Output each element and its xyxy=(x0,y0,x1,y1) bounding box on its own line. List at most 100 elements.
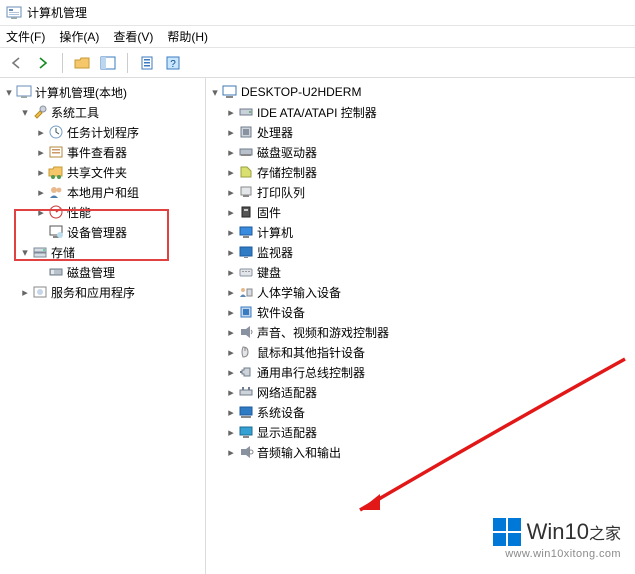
device-category[interactable]: ▸ 通用串行总线控制器 xyxy=(224,362,633,382)
chevron-right-icon[interactable]: ▸ xyxy=(224,446,238,459)
device-category[interactable]: ▸声音、视频和游戏控制器 xyxy=(224,322,633,342)
app-icon xyxy=(6,5,22,21)
menu-help[interactable]: 帮助(H) xyxy=(167,28,208,45)
chevron-right-icon[interactable]: ▸ xyxy=(224,266,238,279)
device-category-label: 音频输入和输出 xyxy=(257,444,341,461)
device-category-icon xyxy=(238,284,254,300)
chevron-right-icon[interactable]: ▸ xyxy=(224,346,238,359)
chevron-down-icon[interactable]: ▾ xyxy=(2,86,16,99)
event-icon xyxy=(48,144,64,160)
tree-task-scheduler[interactable]: ▸ 任务计划程序 xyxy=(34,122,203,142)
device-category[interactable]: ▸打印队列 xyxy=(224,182,633,202)
device-category[interactable]: ▸ 网络适配器 xyxy=(224,382,633,402)
chevron-right-icon[interactable]: ▸ xyxy=(224,386,238,399)
console-tree[interactable]: ▾ 计算机管理(本地) ▾ 系统工具 ▸ 任务计划程序 ▸ xyxy=(2,82,203,302)
device-category-label: 计算机 xyxy=(257,224,293,241)
chevron-right-icon[interactable]: ▸ xyxy=(224,406,238,419)
chevron-right-icon[interactable]: ▸ xyxy=(224,226,238,239)
device-category-icon xyxy=(238,124,254,140)
tree-system-tools[interactable]: ▾ 系统工具 xyxy=(18,102,203,122)
clock-icon xyxy=(48,124,64,140)
device-category[interactable]: ▸鼠标和其他指针设备 xyxy=(224,342,633,362)
chevron-right-icon[interactable]: ▸ xyxy=(34,206,48,219)
device-category[interactable]: ▸ 软件设备 xyxy=(224,302,633,322)
performance-icon xyxy=(48,204,64,220)
properties-button[interactable] xyxy=(136,52,158,74)
chevron-right-icon[interactable]: ▸ xyxy=(224,246,238,259)
chevron-down-icon[interactable]: ▾ xyxy=(18,106,32,119)
tree-label: 磁盘管理 xyxy=(67,264,115,281)
device-category-label: 网络适配器 xyxy=(257,384,317,401)
chevron-right-icon[interactable]: ▸ xyxy=(34,126,48,139)
menu-file[interactable]: 文件(F) xyxy=(6,28,45,45)
up-button[interactable] xyxy=(71,52,93,74)
device-category[interactable]: ▸监视器 xyxy=(224,242,633,262)
chevron-right-icon[interactable]: ▸ xyxy=(224,426,238,439)
device-category-label: 软件设备 xyxy=(257,304,305,321)
show-hide-tree-button[interactable] xyxy=(97,52,119,74)
tree-event-viewer[interactable]: ▸ 事件查看器 xyxy=(34,142,203,162)
menu-action[interactable]: 操作(A) xyxy=(59,28,99,45)
menu-view[interactable]: 查看(V) xyxy=(113,28,153,45)
tree-label: 事件查看器 xyxy=(67,144,127,161)
device-category[interactable]: ▸ 显示适配器 xyxy=(224,422,633,442)
tree-services-apps[interactable]: ▸ 服务和应用程序 xyxy=(18,282,203,302)
device-category[interactable]: ▸ 音频输入和输出 xyxy=(224,442,633,462)
forward-button[interactable] xyxy=(32,52,54,74)
chevron-right-icon[interactable]: ▸ xyxy=(224,106,238,119)
shared-folder-icon xyxy=(48,164,64,180)
device-category-label: 显示适配器 xyxy=(257,424,317,441)
chevron-right-icon[interactable]: ▸ xyxy=(224,206,238,219)
device-category[interactable]: ▸IDE ATA/ATAPI 控制器 xyxy=(224,102,633,122)
tools-icon xyxy=(32,104,48,120)
tree-label: 存储 xyxy=(51,244,75,261)
device-category-label: 通用串行总线控制器 xyxy=(257,364,365,381)
device-category[interactable]: ▸磁盘驱动器 xyxy=(224,142,633,162)
chevron-right-icon[interactable]: ▸ xyxy=(224,306,238,319)
chevron-right-icon[interactable]: ▸ xyxy=(224,166,238,179)
twisty-none xyxy=(34,226,48,238)
device-category[interactable]: ▸处理器 xyxy=(224,122,633,142)
chevron-right-icon[interactable]: ▸ xyxy=(18,286,32,299)
chevron-right-icon[interactable]: ▸ xyxy=(34,146,48,159)
tree-label: 设备管理器 xyxy=(67,224,127,241)
chevron-right-icon[interactable]: ▸ xyxy=(224,146,238,159)
device-category[interactable]: ▸ 人体学输入设备 xyxy=(224,282,633,302)
chevron-right-icon[interactable]: ▸ xyxy=(34,186,48,199)
chevron-right-icon[interactable]: ▸ xyxy=(224,126,238,139)
help-button[interactable]: ? xyxy=(162,52,184,74)
chevron-right-icon[interactable]: ▸ xyxy=(224,286,238,299)
tree-performance[interactable]: ▸ 性能 xyxy=(34,202,203,222)
device-category[interactable]: ▸存储控制器 xyxy=(224,162,633,182)
chevron-down-icon[interactable]: ▾ xyxy=(208,86,222,99)
chevron-right-icon[interactable]: ▸ xyxy=(224,326,238,339)
device-manager-icon xyxy=(48,224,64,240)
chevron-right-icon[interactable]: ▸ xyxy=(224,366,238,379)
device-category-label: 键盘 xyxy=(257,264,281,281)
tree-label: 计算机管理(本地) xyxy=(35,84,127,101)
tree-device-manager[interactable]: 设备管理器 xyxy=(34,222,203,242)
device-category-icon xyxy=(238,104,254,120)
device-category[interactable]: ▸ 系统设备 xyxy=(224,402,633,422)
tree-root-computer-management[interactable]: ▾ 计算机管理(本地) xyxy=(2,82,203,102)
device-category[interactable]: ▸ 固件 xyxy=(224,202,633,222)
tree-storage[interactable]: ▾ 存储 xyxy=(18,242,203,262)
toolbar-separator-2 xyxy=(127,53,128,73)
device-category-icon xyxy=(238,324,254,340)
device-category-label: 系统设备 xyxy=(257,404,305,421)
chevron-right-icon[interactable]: ▸ xyxy=(34,166,48,179)
tree-shared-folders[interactable]: ▸ 共享文件夹 xyxy=(34,162,203,182)
tree-disk-management[interactable]: 磁盘管理 xyxy=(34,262,203,282)
device-root[interactable]: ▾ DESKTOP-U2HDERM xyxy=(208,82,633,102)
computer-management-icon xyxy=(16,84,32,100)
tree-local-users[interactable]: ▸ 本地用户和组 xyxy=(34,182,203,202)
back-button[interactable] xyxy=(6,52,28,74)
chevron-down-icon[interactable]: ▾ xyxy=(18,246,32,259)
device-category-label: 固件 xyxy=(257,204,281,221)
device-category[interactable]: ▸ 计算机 xyxy=(224,222,633,242)
device-category-label: 人体学输入设备 xyxy=(257,284,341,301)
device-tree[interactable]: ▾ DESKTOP-U2HDERM ▸IDE ATA/ATAPI 控制器▸处理器… xyxy=(208,82,633,462)
device-category[interactable]: ▸ 键盘 xyxy=(224,262,633,282)
services-icon xyxy=(32,284,48,300)
chevron-right-icon[interactable]: ▸ xyxy=(224,186,238,199)
